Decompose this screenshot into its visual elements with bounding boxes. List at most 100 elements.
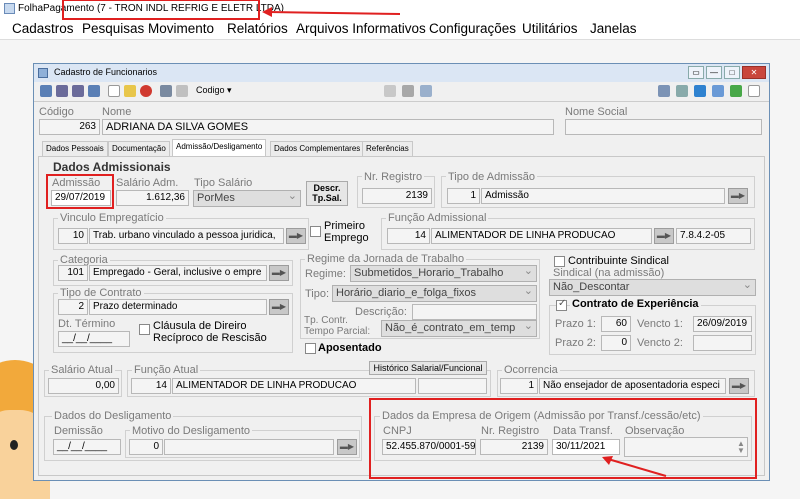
vencto2-field[interactable] <box>693 335 752 351</box>
tool2-icon[interactable] <box>676 85 688 97</box>
nome-field[interactable]: ADRIANA DA SILVA GOMES <box>102 119 554 135</box>
delete-icon[interactable] <box>140 85 152 97</box>
prazo1-field[interactable]: 60 <box>601 316 631 332</box>
historico-button[interactable]: Histórico Salarial/Funcional <box>369 361 487 375</box>
restore-button[interactable]: ▭ <box>688 66 704 79</box>
funcao-atual-field[interactable]: ALIMENTADOR DE LINHA PRODUCAO <box>172 378 416 394</box>
tab-dados-complementares[interactable]: Dados Complementares <box>270 141 365 156</box>
motivo-label: Motivo do Desligamento <box>130 425 253 437</box>
maximize-button[interactable]: □ <box>724 66 740 79</box>
tipo-select[interactable]: Horário_diario_e_folga_fixos <box>332 285 537 302</box>
menu-utilitarios[interactable]: Utilitários <box>522 21 578 36</box>
origem-nr-registro-field[interactable]: 2139 <box>480 439 548 455</box>
descricao-field[interactable] <box>412 304 537 320</box>
close-button[interactable]: ✕ <box>742 66 766 79</box>
tipo-admissao-field[interactable]: Admissão <box>481 188 725 204</box>
minimize-button[interactable]: — <box>706 66 722 79</box>
report-icon[interactable] <box>420 85 432 97</box>
funcao-atual-cbo[interactable] <box>418 378 487 394</box>
prazo2-field[interactable]: 0 <box>601 335 631 351</box>
funcao-adm-lookup-icon[interactable]: ▬▶ <box>654 228 674 244</box>
help-icon[interactable] <box>748 85 760 97</box>
tool5-icon[interactable] <box>730 85 742 97</box>
primeiro-emprego-checkbox[interactable] <box>310 226 321 237</box>
salario-adm-field[interactable]: 1.612,36 <box>116 190 189 206</box>
demissao-field[interactable]: __/__/____ <box>53 439 121 455</box>
menu-pesquisas[interactable]: Pesquisas <box>82 21 144 36</box>
tp-contr-select[interactable]: Não_é_contrato_em_temp <box>381 320 537 337</box>
observacao-spin-icon[interactable]: ▲ ▼ <box>737 440 745 455</box>
undo-icon[interactable] <box>176 85 188 97</box>
new-record-icon[interactable] <box>108 85 120 97</box>
salario-atual-field[interactable]: 0,00 <box>48 378 119 394</box>
tool4-icon[interactable] <box>712 85 724 97</box>
tab-referencias[interactable]: Referências <box>362 141 413 156</box>
vinculo-field[interactable]: Trab. urbano vinculado a pessoa juridica… <box>89 228 284 244</box>
tipo-contrato-field[interactable]: Prazo determinado <box>89 299 267 315</box>
tab-dados-pessoais[interactable]: Dados Pessoais <box>42 141 108 156</box>
codigo-field[interactable]: 263 <box>39 119 100 135</box>
first-record-icon[interactable] <box>40 85 52 97</box>
funcao-adm-cbo[interactable]: 7.8.4.2-05 <box>676 228 751 244</box>
prazo2-label: Prazo 2: <box>555 337 596 349</box>
menu-relatorios[interactable]: Relatórios <box>227 21 288 36</box>
ocorrencia-lookup-icon[interactable]: ▬▶ <box>729 378 749 394</box>
sindical-select[interactable]: Não_Descontar <box>549 279 756 296</box>
aposentado-label: Aposentado <box>318 342 382 354</box>
contrato-exp-checkbox[interactable] <box>556 298 567 311</box>
funcao-adm-code[interactable]: 14 <box>387 228 430 244</box>
tool1-icon[interactable] <box>658 85 670 97</box>
ocorrencia-code[interactable]: 1 <box>500 378 538 394</box>
print-icon[interactable] <box>402 85 414 97</box>
funcao-atual-code[interactable]: 14 <box>131 378 171 394</box>
dt-termino-field[interactable]: __/__/____ <box>58 331 130 347</box>
funcao-adm-field[interactable]: ALIMENTADOR DE LINHA PRODUCAO <box>431 228 652 244</box>
menu-arquivos[interactable]: Arquivos Informativos <box>296 21 426 36</box>
prev-record-icon[interactable] <box>56 85 68 97</box>
categoria-code[interactable]: 101 <box>58 265 88 281</box>
grid-icon[interactable] <box>384 85 396 97</box>
motivo-field[interactable] <box>164 439 334 455</box>
last-record-icon[interactable] <box>88 85 100 97</box>
aposentado-checkbox[interactable] <box>305 343 316 354</box>
tab-admissao-desligamento[interactable]: Admissão/Desligamento <box>172 139 267 156</box>
cnpj-field[interactable]: 52.455.870/0001-59 <box>382 439 476 455</box>
observacao-field[interactable] <box>624 437 748 457</box>
tab-documentacao[interactable]: Documentação <box>108 141 170 156</box>
tipo-contrato-lookup-icon[interactable]: ▬▶ <box>269 299 289 315</box>
contrato-exp-label: Contrato de Experiência <box>570 298 701 310</box>
vinculo-lookup-icon[interactable]: ▬▶ <box>286 228 306 244</box>
categoria-field[interactable]: Empregado - Geral, inclusive o empre <box>89 265 267 281</box>
menu-janelas[interactable]: Janelas <box>590 21 637 36</box>
tp-contr-label: Tp. Contr. Tempo Parcial: <box>304 315 371 337</box>
vinculo-code[interactable]: 10 <box>58 228 88 244</box>
categoria-lookup-icon[interactable]: ▬▶ <box>269 265 289 281</box>
tipo-admissao-lookup-icon[interactable]: ▬▶ <box>728 188 748 204</box>
vencto1-field[interactable]: 26/09/2019 <box>693 316 752 332</box>
menu-cadastros[interactable]: Cadastros <box>12 21 74 36</box>
nome-social-field[interactable] <box>565 119 762 135</box>
prazo1-label: Prazo 1: <box>555 318 596 330</box>
descr-tp-sal-button[interactable]: Descr. Tp.Sal. <box>306 181 348 206</box>
vencto1-label: Vencto 1: <box>637 318 683 330</box>
tipo-salario-select[interactable]: PorMes <box>193 190 301 207</box>
tipo-contrato-code[interactable]: 2 <box>58 299 88 315</box>
window-icon <box>38 68 48 78</box>
contribuinte-sindical-checkbox[interactable] <box>554 256 565 267</box>
motivo-lookup-icon[interactable]: ▬▶ <box>337 439 357 455</box>
codigo-dropdown[interactable]: Codigo ▾ <box>196 85 256 99</box>
regime-select[interactable]: Submetidos_Horario_Trabalho <box>350 265 537 282</box>
next-record-icon[interactable] <box>72 85 84 97</box>
ocorrencia-field[interactable]: Não ensejador de aposentadoria especi <box>539 378 726 394</box>
nr-registro-field[interactable]: 2139 <box>362 188 432 204</box>
regime-field-label: Regime: <box>305 268 346 280</box>
save-icon[interactable] <box>160 85 172 97</box>
tipo-admissao-code[interactable]: 1 <box>447 188 480 204</box>
data-transf-field[interactable]: 30/11/2021 <box>552 439 620 455</box>
menu-configuracoes[interactable]: Configurações <box>429 21 516 36</box>
tool3-icon[interactable] <box>694 85 706 97</box>
clausula-checkbox[interactable] <box>139 324 150 335</box>
motivo-code[interactable]: 0 <box>129 439 163 455</box>
menu-movimento[interactable]: Movimento <box>148 21 214 36</box>
edit-icon[interactable] <box>124 85 136 97</box>
